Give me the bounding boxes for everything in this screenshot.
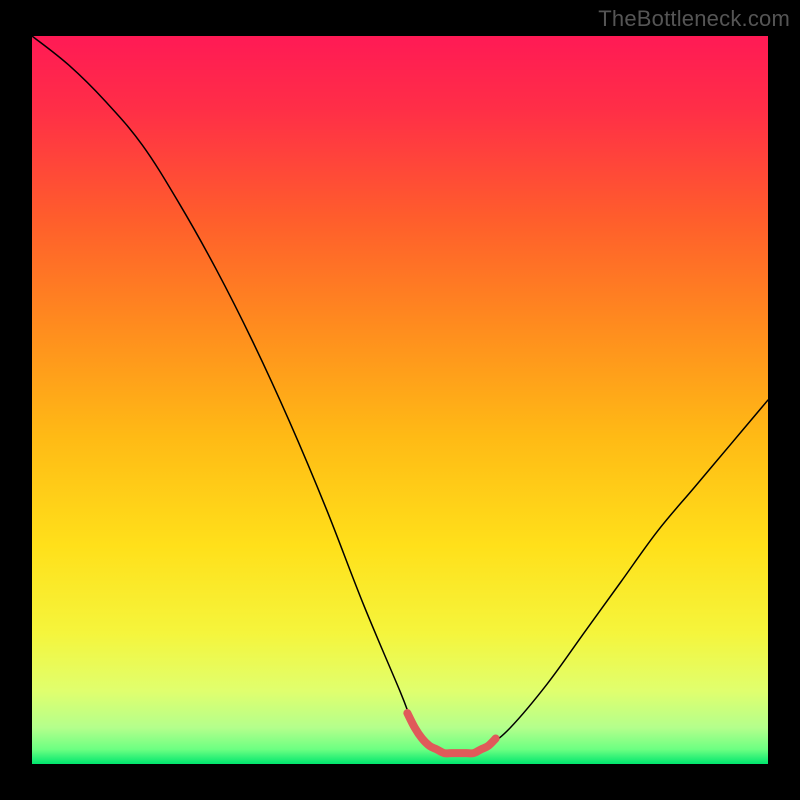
chart-canvas: TheBottleneck.com [0, 0, 800, 800]
plot-area [32, 36, 768, 764]
watermark-text: TheBottleneck.com [598, 6, 790, 32]
bottleneck-chart [32, 36, 768, 764]
